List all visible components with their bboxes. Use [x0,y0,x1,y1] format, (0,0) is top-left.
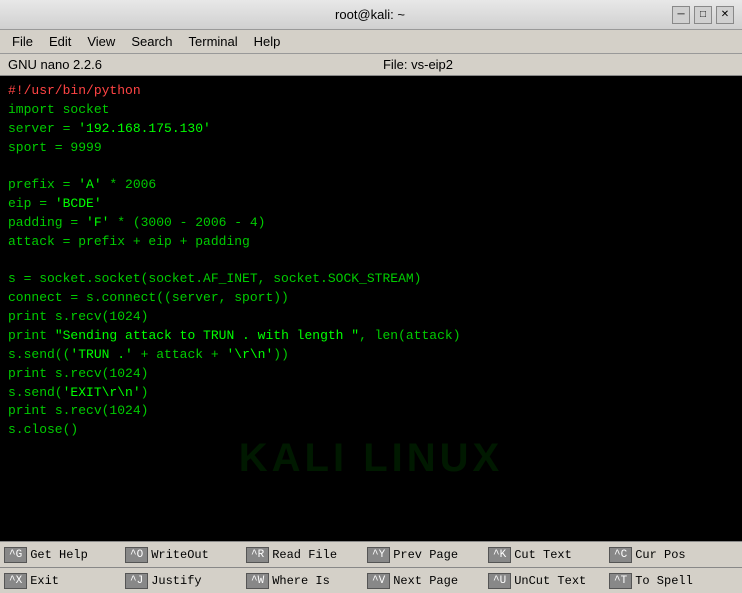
shortcut-label-read-file: Read File [272,548,337,562]
title-bar: root@kali: ~ ─ □ ✕ [0,0,742,30]
minimize-button[interactable]: ─ [672,6,690,24]
shortcut-key-t: ^T [609,573,632,589]
shortcut-exit[interactable]: ^X Exit [4,573,119,589]
shortcut-justify[interactable]: ^J Justify [125,573,240,589]
shortcut-get-help[interactable]: ^G Get Help [4,547,119,563]
shortcut-label-uncut-text: UnCut Text [514,574,586,588]
terminal-area: #!/usr/bin/python import socket server =… [0,76,742,541]
shortcut-label-where-is: Where Is [272,574,330,588]
shortcut-key-y: ^Y [367,547,390,563]
shortcut-label-to-spell: To Spell [635,574,693,588]
shortcut-bar-row1: ^G Get Help ^O WriteOut ^R Read File ^Y … [0,541,742,567]
kali-watermark: KALI LINUX [239,436,503,481]
shortcut-key-u: ^U [488,573,511,589]
shortcut-label-next-page: Next Page [393,574,458,588]
menu-edit[interactable]: Edit [41,32,79,51]
menu-search[interactable]: Search [123,32,180,51]
shortcut-key-w: ^W [246,573,269,589]
shortcut-label-writeout: WriteOut [151,548,209,562]
nano-version: GNU nano 2.2.6 [8,57,102,72]
menu-terminal[interactable]: Terminal [181,32,246,51]
nano-filename: File: vs-eip2 [383,57,453,72]
shortcut-prev-page[interactable]: ^Y Prev Page [367,547,482,563]
shortcut-key-v: ^V [367,573,390,589]
shortcut-to-spell[interactable]: ^T To Spell [609,573,724,589]
shortcut-label-cur-pos: Cur Pos [635,548,685,562]
shortcut-key-r: ^R [246,547,269,563]
shortcut-writeout[interactable]: ^O WriteOut [125,547,240,563]
shortcut-key-c: ^C [609,547,632,563]
shortcut-key-k: ^K [488,547,511,563]
shortcut-next-page[interactable]: ^V Next Page [367,573,482,589]
menu-file[interactable]: File [4,32,41,51]
code-content: #!/usr/bin/python import socket server =… [8,82,734,440]
shortcut-cut-text[interactable]: ^K Cut Text [488,547,603,563]
shortcut-bar-row2: ^X Exit ^J Justify ^W Where Is ^V Next P… [0,567,742,593]
shortcut-key-x: ^X [4,573,27,589]
window-controls[interactable]: ─ □ ✕ [672,6,734,24]
shortcut-label-justify: Justify [151,574,201,588]
shortcut-label-exit: Exit [30,574,59,588]
menu-bar: File Edit View Search Terminal Help [0,30,742,54]
shortcut-uncut-text[interactable]: ^U UnCut Text [488,573,603,589]
window-title: root@kali: ~ [68,7,672,22]
menu-view[interactable]: View [79,32,123,51]
shortcut-key-o: ^O [125,547,148,563]
shortcut-key-j: ^J [125,573,148,589]
shortcut-where-is[interactable]: ^W Where Is [246,573,361,589]
close-button[interactable]: ✕ [716,6,734,24]
shortcut-label-get-help: Get Help [30,548,88,562]
menu-help[interactable]: Help [246,32,289,51]
nano-info-bar: GNU nano 2.2.6 File: vs-eip2 [0,54,742,76]
shortcut-key-g: ^G [4,547,27,563]
shortcut-label-cut-text: Cut Text [514,548,572,562]
shortcut-read-file[interactable]: ^R Read File [246,547,361,563]
shortcut-label-prev-page: Prev Page [393,548,458,562]
maximize-button[interactable]: □ [694,6,712,24]
shortcut-cur-pos[interactable]: ^C Cur Pos [609,547,724,563]
